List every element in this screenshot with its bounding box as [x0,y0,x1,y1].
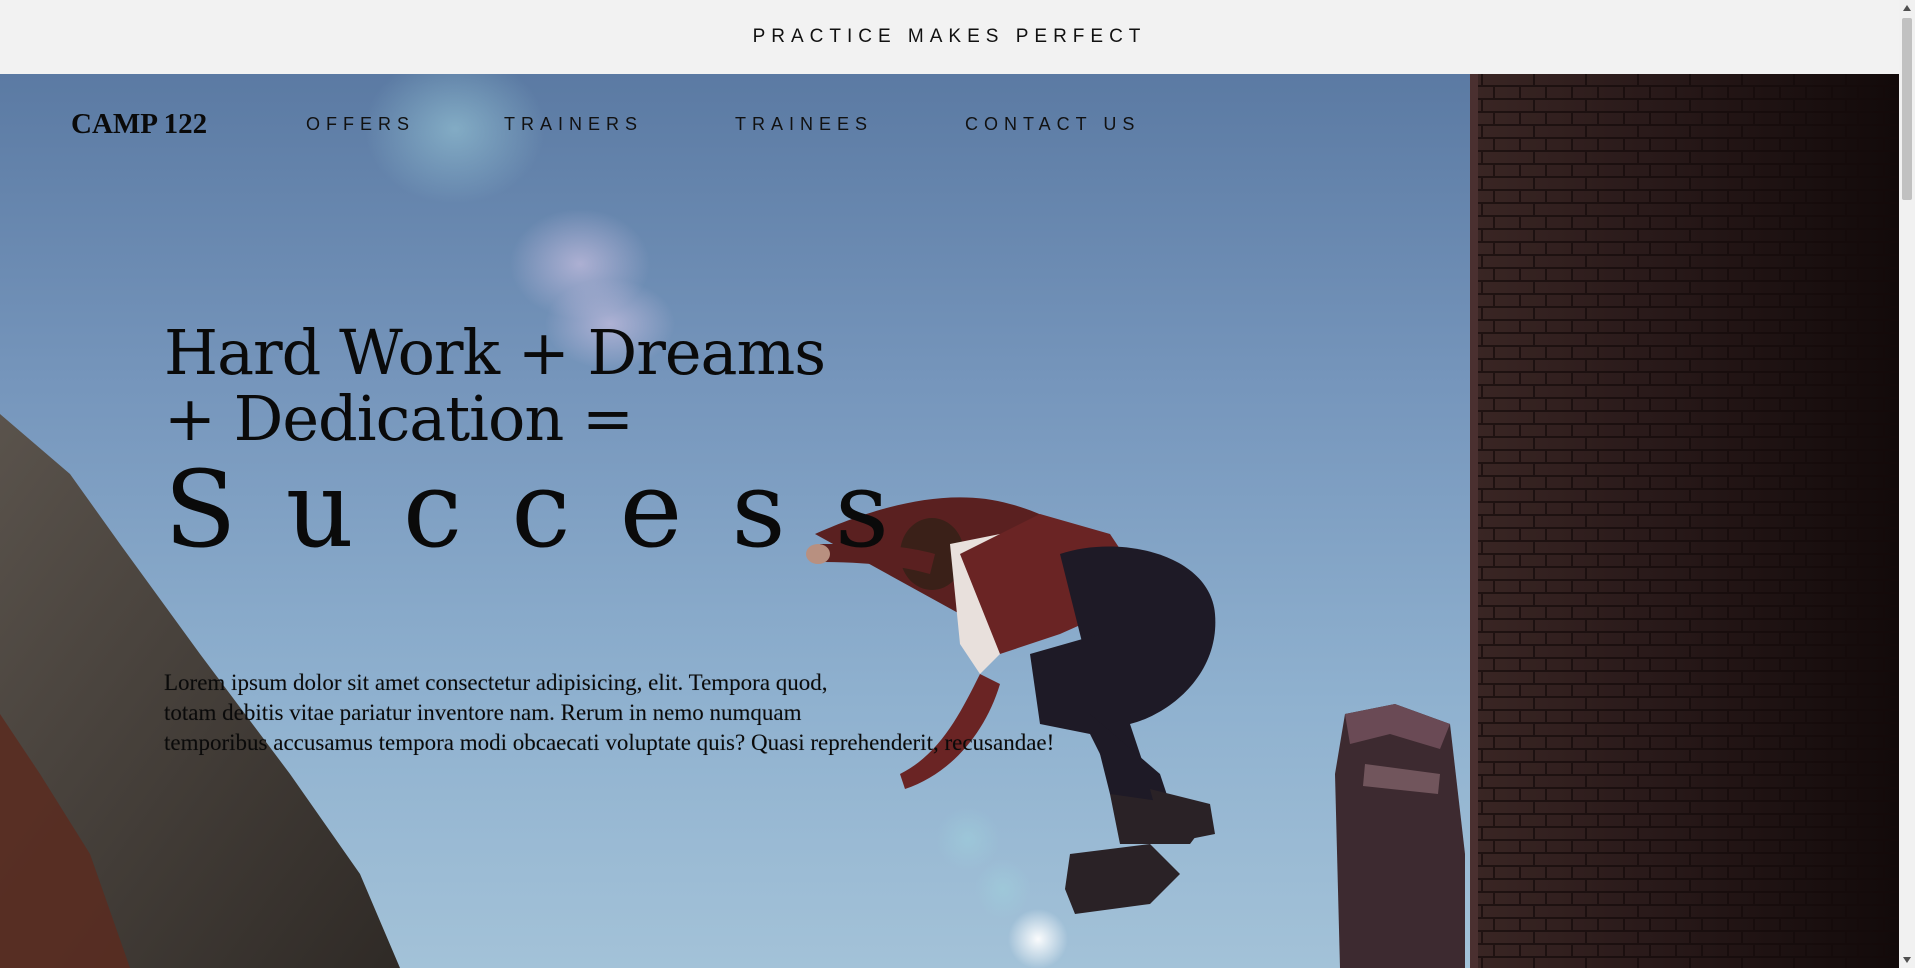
hero-heading-line-2: + Dedication = [164,382,634,455]
vertical-scrollbar[interactable] [1899,0,1915,968]
nav-link-contact-us[interactable]: CONTACT US [965,114,1140,135]
scrollbar-thumb[interactable] [1902,18,1912,200]
nav-link-offers[interactable]: OFFERS [306,114,415,135]
banner-text: PRACTICE MAKES PERFECT [752,26,1147,47]
hero-paragraph-line-1: Lorem ipsum dolor sit amet consectetur a… [164,670,828,695]
hero-heading-success: Success [164,448,939,571]
scroll-down-arrow-icon[interactable] [1899,952,1915,968]
hero-heading: Hard Work + Dreams + Dedication = Succes… [164,320,938,568]
nav-link-trainers[interactable]: TRAINERS [504,114,643,135]
hero-heading-line-1: Hard Work + Dreams [164,316,826,389]
nav-link-trainees[interactable]: TRAINEES [735,114,873,135]
scroll-up-arrow-icon[interactable] [1899,0,1915,16]
brand-logo[interactable]: CAMP 122 [71,108,207,141]
top-banner: PRACTICE MAKES PERFECT [0,0,1899,74]
hero-paragraph-line-3: temporibus accusamus tempora modi obcaec… [164,730,1055,755]
page: PRACTICE MAKES PERFECT CAMP 122 OFFERS T… [0,0,1915,968]
hero-paragraph: Lorem ipsum dolor sit amet consectetur a… [164,668,1154,758]
main-navbar: CAMP 122 OFFERS TRAINERS TRAINEES CONTAC… [0,74,1899,174]
hero-section: CAMP 122 OFFERS TRAINERS TRAINEES CONTAC… [0,74,1899,968]
hero-paragraph-line-2: totam debitis vitae pariatur inventore n… [164,700,802,725]
